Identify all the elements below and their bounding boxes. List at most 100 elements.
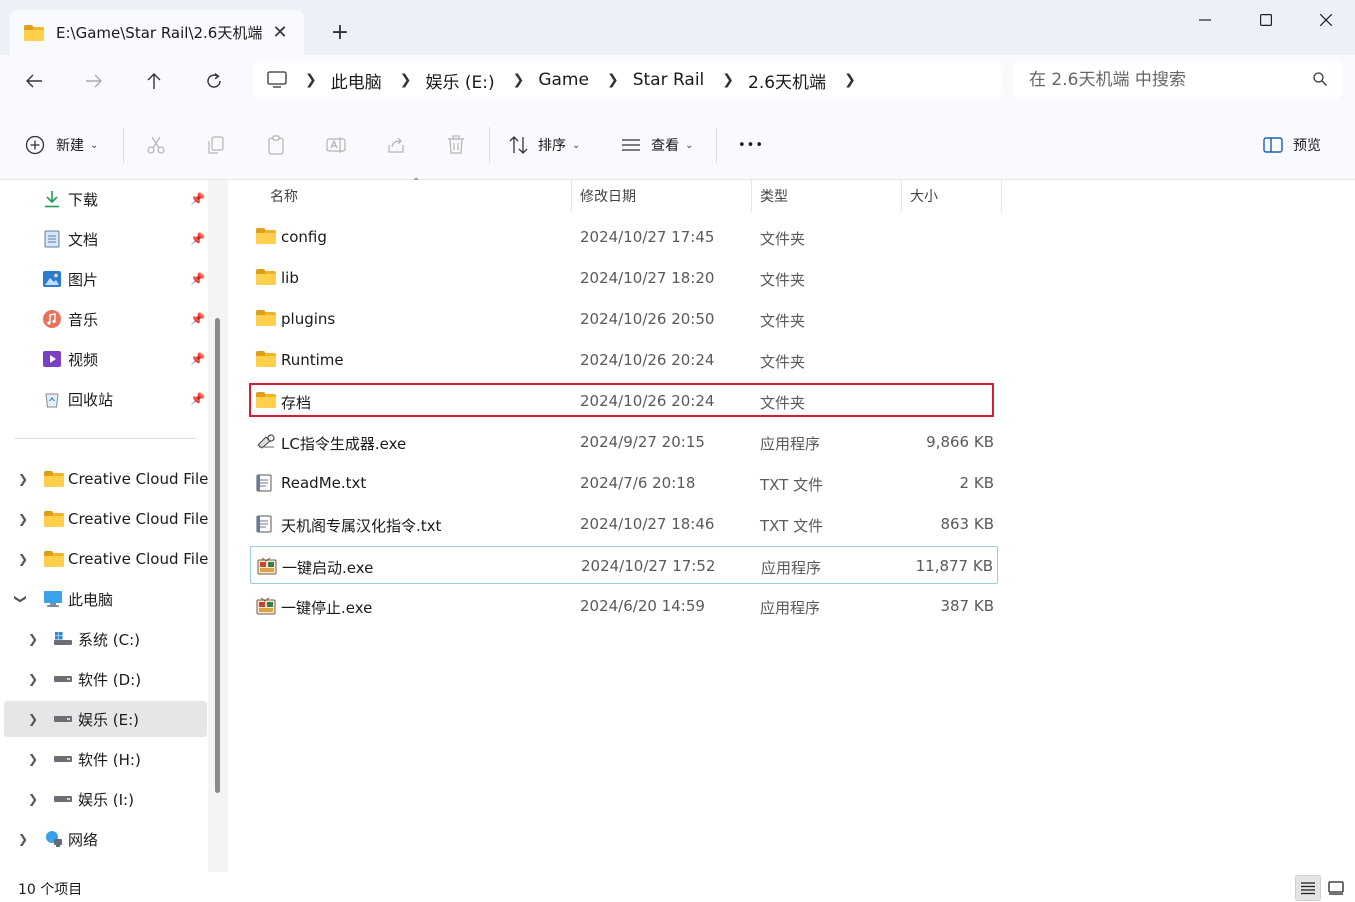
details-view-button[interactable] [1295, 875, 1321, 901]
minimize-button[interactable] [1175, 0, 1235, 40]
file-row[interactable]: config 2024/10/27 17:45 文件夹 [250, 218, 998, 256]
cut-button[interactable] [145, 130, 167, 160]
file-date: 2024/10/26 20:50 [580, 310, 715, 328]
pin-icon[interactable]: 📌 [190, 392, 205, 406]
pin-icon[interactable]: 📌 [190, 352, 205, 366]
forward-button[interactable] [76, 65, 112, 97]
tab-close-button[interactable]: ✕ [268, 20, 292, 44]
sidebar-item-recycle-bin[interactable]: 回收站 📌 [0, 381, 210, 417]
search-input[interactable] [1029, 70, 1299, 90]
scrollbar-thumb[interactable] [215, 318, 220, 793]
tiles-view-button[interactable] [1323, 875, 1349, 901]
file-name: LC指令生成器.exe [281, 435, 407, 453]
sidebar-item-drive-e[interactable]: ❯ 娱乐 (E:) [4, 701, 207, 737]
sidebar-item-downloads[interactable]: 下载 📌 [0, 181, 210, 217]
sidebar-item-network[interactable]: ❯ 网络 [0, 821, 210, 857]
file-type: 文件夹 [760, 394, 806, 412]
sidebar-item-this-pc[interactable]: ❯ 此电脑 [0, 581, 210, 617]
breadcrumb: ❯ 此电脑 ❯ 娱乐 (E:) ❯ Game ❯ Star Rail ❯ 2.6… [287, 68, 870, 93]
sidebar-item-documents[interactable]: 文档 📌 [0, 221, 210, 257]
file-row[interactable]: ReadMe.txt 2024/7/6 20:18 TXT 文件 2 KB [250, 464, 998, 502]
sidebar-scrollbar[interactable] [208, 180, 228, 872]
breadcrumb-item[interactable]: 2.6天机端 [748, 68, 826, 93]
column-header-type[interactable]: 类型 [760, 180, 788, 212]
folder-icon [256, 310, 276, 328]
column-divider[interactable] [901, 180, 902, 212]
file-row[interactable]: 一键停止.exe 2024/6/20 14:59 应用程序 387 KB [250, 587, 998, 625]
chevron-right-icon[interactable]: ❯ [18, 832, 28, 846]
up-button[interactable] [136, 65, 172, 97]
sidebar-item-drive-h[interactable]: ❯ 软件 (H:) [0, 741, 210, 777]
chevron-down-icon[interactable]: ❯ [14, 594, 28, 604]
breadcrumb-item[interactable]: Star Rail [633, 70, 705, 90]
close-window-button[interactable] [1296, 0, 1355, 40]
sidebar-item-drive-c[interactable]: ❯ 系统 (C:) [0, 621, 210, 657]
file-row[interactable]: 一键启动.exe 2024/10/27 17:52 应用程序 11,877 KB [250, 546, 998, 584]
new-button[interactable]: 新建 ⌄ [24, 130, 98, 160]
tab-current[interactable]: E:\Game\Star Rail\2.6天机端 ✕ [10, 10, 304, 55]
sidebar-item-drive-d[interactable]: ❯ 软件 (D:) [0, 661, 210, 697]
folder-icon [44, 549, 64, 569]
pin-icon[interactable]: 📌 [190, 272, 205, 286]
column-header-name[interactable]: 名称 [270, 180, 298, 212]
column-header-date[interactable]: 修改日期 [580, 180, 636, 212]
view-button[interactable]: 查看 ⌄ [620, 130, 693, 160]
status-bar: 10 个项目 [0, 872, 1355, 902]
copy-button[interactable] [205, 130, 227, 160]
column-divider[interactable] [751, 180, 752, 212]
rename-button[interactable] [325, 130, 347, 160]
tiles-view-icon [1328, 881, 1344, 895]
chevron-right-icon[interactable]: ❯ [28, 672, 38, 686]
sidebar-item-drive-i[interactable]: ❯ 娱乐 (I:) [0, 781, 210, 817]
more-options-button[interactable]: ••• [738, 130, 764, 160]
file-row[interactable]: Runtime 2024/10/26 20:24 文件夹 [250, 341, 998, 379]
share-button[interactable] [385, 130, 407, 160]
breadcrumb-item[interactable]: Game [538, 70, 589, 90]
navigation-bar: ❯ 此电脑 ❯ 娱乐 (E:) ❯ Game ❯ Star Rail ❯ 2.6… [0, 55, 1355, 110]
chevron-right-icon[interactable]: ❯ [18, 472, 28, 486]
search-icon[interactable] [1313, 72, 1327, 86]
toolbar-divider [716, 127, 717, 163]
chevron-right-icon[interactable]: ❯ [28, 632, 38, 646]
chevron-right-icon[interactable]: ❯ [18, 552, 28, 566]
chevron-right-icon[interactable]: ❯ [28, 792, 38, 806]
breadcrumb-item[interactable]: 此电脑 [331, 68, 382, 93]
sidebar-item-creative-cloud[interactable]: ❯ Creative Cloud Files [0, 501, 210, 537]
pin-icon[interactable]: 📌 [190, 192, 205, 206]
delete-button[interactable] [445, 130, 467, 160]
column-divider[interactable] [1001, 180, 1002, 212]
chevron-right-icon[interactable]: ❯ [844, 72, 856, 88]
preview-button[interactable]: 预览 [1262, 130, 1321, 160]
column-header-size[interactable]: 大小 [910, 180, 938, 212]
column-divider[interactable] [571, 180, 572, 212]
sidebar-item-creative-cloud[interactable]: ❯ Creative Cloud Files [0, 461, 210, 497]
sidebar-item-creative-cloud[interactable]: ❯ Creative Cloud Files [0, 541, 210, 577]
maximize-button[interactable] [1236, 0, 1296, 40]
sidebar-item-music[interactable]: 音乐 📌 [0, 301, 210, 337]
file-row[interactable]: plugins 2024/10/26 20:50 文件夹 [250, 300, 998, 338]
sidebar-item-label: 下载 [68, 190, 99, 209]
pin-icon[interactable]: 📌 [190, 232, 205, 246]
refresh-button[interactable] [196, 65, 232, 97]
chevron-right-icon[interactable]: ❯ [28, 712, 38, 726]
chevron-right-icon[interactable]: ❯ [28, 752, 38, 766]
file-row[interactable]: LC指令生成器.exe 2024/9/27 20:15 应用程序 9,866 KB [250, 423, 998, 461]
share-icon [385, 134, 407, 156]
pin-icon[interactable]: 📌 [190, 312, 205, 326]
sidebar-item-videos[interactable]: 视频 📌 [0, 341, 210, 377]
copy-icon [205, 134, 227, 156]
file-row[interactable]: lib 2024/10/27 18:20 文件夹 [250, 259, 998, 297]
address-bar[interactable]: ❯ 此电脑 ❯ 娱乐 (E:) ❯ Game ❯ Star Rail ❯ 2.6… [253, 61, 1001, 99]
recycle-bin-icon [42, 389, 62, 409]
breadcrumb-item[interactable]: 娱乐 (E:) [425, 68, 494, 93]
computer-icon [43, 589, 63, 609]
paste-button[interactable] [265, 130, 287, 160]
back-button[interactable] [16, 65, 52, 97]
file-row[interactable]: 存档 2024/10/26 20:24 文件夹 [250, 382, 998, 420]
sidebar-item-pictures[interactable]: 图片 📌 [0, 261, 210, 297]
clipboard-icon [265, 134, 287, 156]
new-tab-button[interactable]: + [326, 18, 354, 46]
file-row[interactable]: 天机阁专属汉化指令.txt 2024/10/27 18:46 TXT 文件 863 K… [250, 505, 998, 543]
chevron-right-icon[interactable]: ❯ [18, 512, 28, 526]
sort-button[interactable]: 排序 ⌄ [508, 130, 580, 160]
